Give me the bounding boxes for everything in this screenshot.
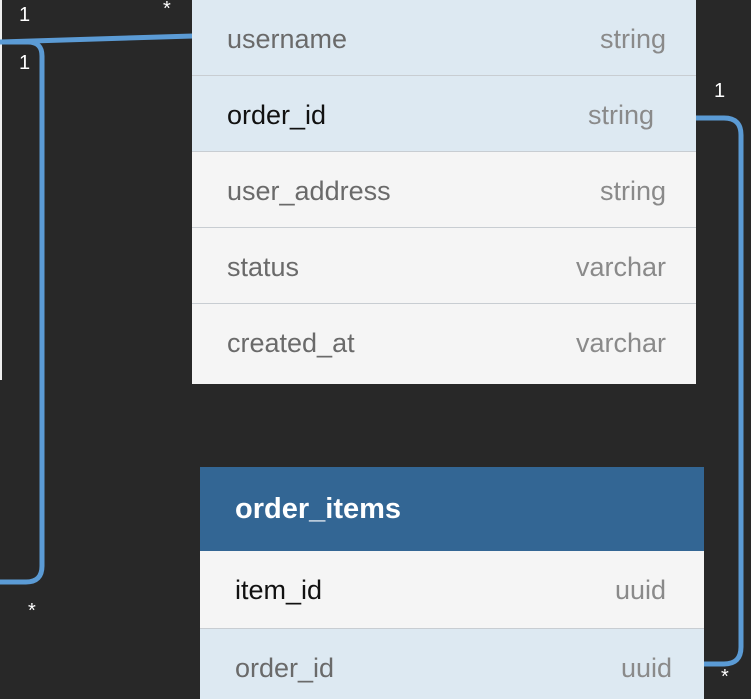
field-type: string: [599, 24, 666, 54]
field-name: item_id: [235, 575, 323, 605]
orders-field-status[interactable]: status varchar: [192, 228, 696, 304]
order-items-table[interactable]: order_items item_id uuid order_id uuid: [200, 467, 704, 699]
field-name: order_id: [235, 653, 335, 683]
field-name: user_address: [227, 176, 391, 206]
field-type: string: [587, 100, 654, 130]
orders-field-created-at[interactable]: created_at varchar: [192, 304, 696, 384]
order-items-field-order-id[interactable]: order_id uuid: [200, 629, 704, 699]
table-title: order_items: [235, 493, 402, 525]
connector-left-loop: [0, 39, 45, 585]
orders-table[interactable]: username string order_id string user_add…: [192, 0, 696, 384]
field-name: order_id: [227, 100, 327, 130]
left-loop-target-label: *: [28, 600, 36, 622]
orders-items-target-label: *: [721, 666, 729, 688]
order-items-field-item-id[interactable]: item_id uuid: [200, 551, 704, 629]
field-type: uuid: [620, 653, 672, 683]
orders-field-order-id[interactable]: order_id string: [192, 76, 696, 152]
users-orders-source-label: 1: [19, 4, 31, 26]
orders-items-source-label: 1: [714, 80, 726, 102]
field-name: status: [227, 252, 300, 282]
order-items-header[interactable]: order_items: [200, 467, 704, 551]
orders-field-username[interactable]: username string: [192, 0, 696, 76]
field-type: varchar: [575, 328, 666, 358]
field-type: uuid: [614, 575, 666, 605]
field-name: created_at: [227, 328, 355, 358]
field-name: username: [227, 24, 348, 54]
field-type: varchar: [575, 252, 666, 282]
field-type: string: [599, 176, 666, 206]
left-loop-source-label: 1: [19, 52, 31, 74]
orders-field-user-address[interactable]: user_address string: [192, 152, 696, 228]
users-orders-target-label: *: [163, 0, 171, 20]
